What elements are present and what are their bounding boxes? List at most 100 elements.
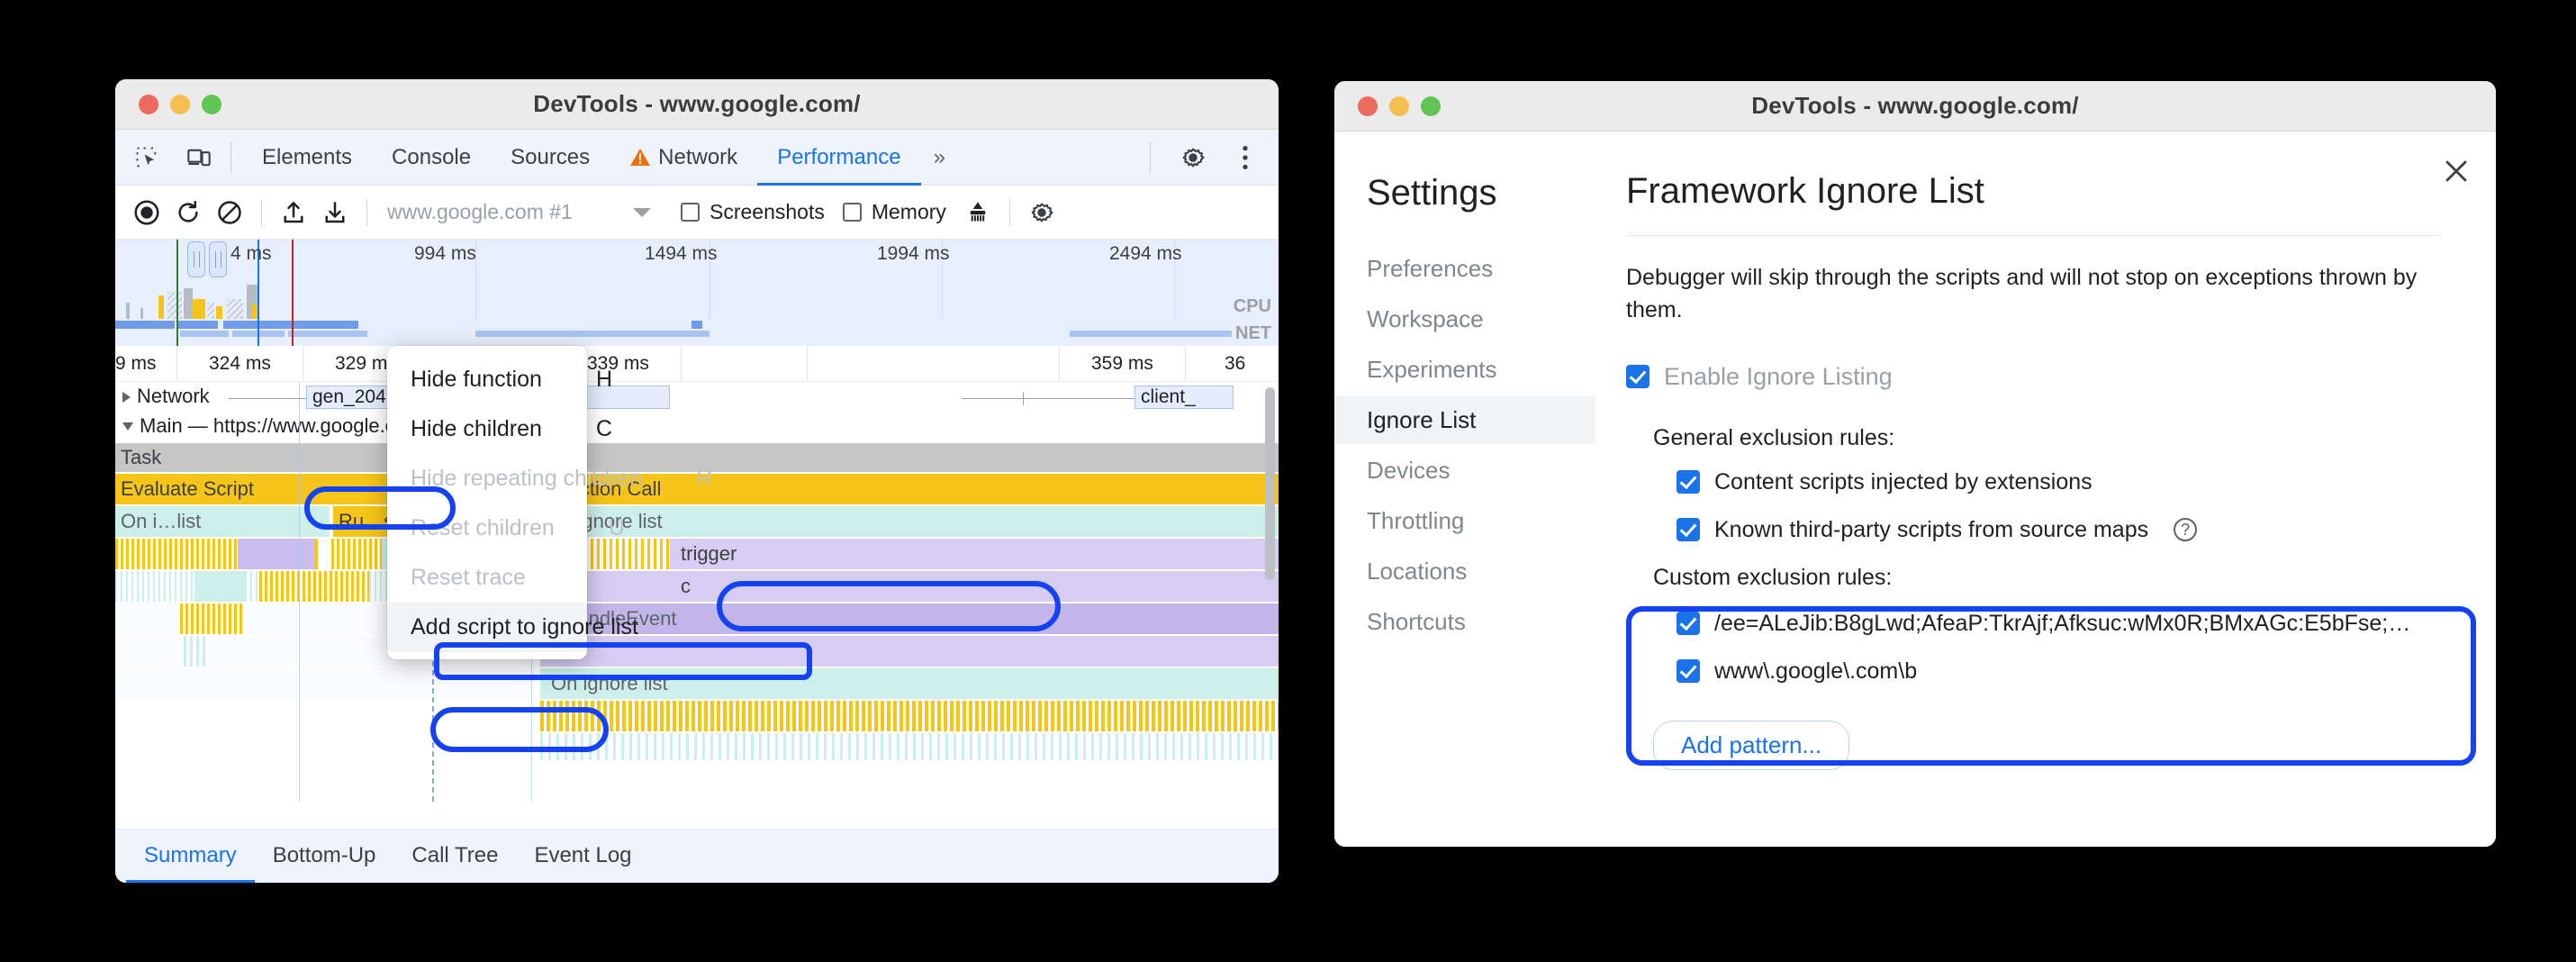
clear-icon[interactable] bbox=[209, 192, 250, 233]
enable-ignore-listing-checkbox-box bbox=[1626, 365, 1650, 388]
left-window-titlebar: DevTools - www.google.com/ bbox=[115, 79, 1279, 130]
devtools-tab-bar: Elements Console Sources Network Perform… bbox=[115, 130, 1279, 186]
sidebar-item-experiments[interactable]: Experiments bbox=[1334, 345, 1595, 394]
kebab-menu-icon[interactable] bbox=[1225, 137, 1266, 178]
tab-call-tree[interactable]: Call Tree bbox=[393, 830, 516, 884]
sidebar-item-locations[interactable]: Locations bbox=[1334, 547, 1595, 595]
memory-checkbox[interactable]: Memory bbox=[843, 200, 946, 224]
custom-rule-2[interactable]: www\.google\.com\b bbox=[1677, 658, 2442, 685]
general-rule-content-scripts-checkbox bbox=[1677, 470, 1700, 494]
custom-rule-1[interactable]: /ee=ALeJib:B8gLwd;AfeaP:TkrAjf;Afksuc:wM… bbox=[1677, 611, 2442, 637]
flame-function-call[interactable]: Function Call bbox=[540, 474, 1279, 504]
inspect-element-icon[interactable] bbox=[126, 137, 167, 178]
flame-teal-block-2[interactable] bbox=[194, 571, 247, 602]
tab-elements[interactable]: Elements bbox=[242, 130, 372, 186]
tab-bottom-up[interactable]: Bottom-Up bbox=[255, 830, 394, 884]
flame-c-row[interactable]: c bbox=[540, 571, 1279, 602]
flame-purple-block-1[interactable] bbox=[238, 539, 315, 569]
overview-window-handle-right[interactable] bbox=[209, 241, 227, 277]
tab-summary[interactable]: Summary bbox=[126, 830, 255, 884]
device-toolbar-icon[interactable] bbox=[178, 137, 220, 178]
settings-body: Settings Preferences Workspace Experimen… bbox=[1334, 132, 2496, 847]
sidebar-item-preferences[interactable]: Preferences bbox=[1334, 244, 1595, 293]
general-rule-content-scripts[interactable]: Content scripts injected by extensions bbox=[1677, 469, 2442, 495]
reload-record-icon[interactable] bbox=[167, 192, 209, 233]
main-track-row[interactable]: Main — https://www.google.com/ bbox=[115, 413, 1279, 441]
menu-item-hide-children-shortcut: C bbox=[596, 416, 612, 442]
flame-teal-dense-4[interactable] bbox=[184, 636, 205, 667]
general-rule-third-party[interactable]: Known third-party scripts from source ma… bbox=[1677, 517, 2442, 543]
help-icon[interactable]: ? bbox=[2174, 518, 2197, 541]
ruler-tick-0: 9 ms bbox=[115, 353, 157, 375]
flame-dense-row-7[interactable] bbox=[540, 733, 1279, 760]
trace-selector[interactable]: www.google.com #1 bbox=[378, 200, 621, 224]
overview-tick-0: 4 ms bbox=[230, 243, 272, 265]
overview-window-handle-left[interactable] bbox=[187, 241, 205, 277]
network-group-label[interactable]: Network bbox=[122, 385, 210, 408]
menu-item-hide-function[interactable]: Hide function H bbox=[387, 355, 587, 404]
screenshots-checkbox[interactable]: Screenshots bbox=[681, 200, 825, 224]
overview-tick-1: 994 ms bbox=[414, 243, 476, 265]
flame-white-gap-1[interactable] bbox=[319, 539, 330, 569]
network-request-chip-2[interactable]: client_ bbox=[1134, 386, 1234, 409]
network-track-row[interactable]: Network gen_204 (www.google.com) client_ bbox=[115, 382, 1279, 413]
general-rule-third-party-checkbox bbox=[1677, 518, 1700, 541]
warning-triangle-icon bbox=[629, 147, 651, 167]
more-tabs-icon[interactable]: » bbox=[921, 145, 955, 170]
chevron-down-icon[interactable] bbox=[621, 192, 663, 233]
trace-selector-value: www.google.com #1 bbox=[387, 200, 573, 224]
general-rule-content-scripts-label: Content scripts injected by extensions bbox=[1714, 469, 2092, 495]
capture-settings-gear-icon[interactable] bbox=[1021, 192, 1062, 233]
flame-on-ignore-list-c[interactable]: On ignore list bbox=[540, 668, 1279, 699]
tab-network-label: Network bbox=[658, 145, 737, 169]
tab-sources[interactable]: Sources bbox=[491, 130, 610, 186]
net-track-label: NET bbox=[1235, 323, 1271, 344]
main-group-text: Main — https://www.google.com/ bbox=[140, 414, 428, 437]
tab-console[interactable]: Console bbox=[372, 130, 491, 186]
general-exclusion-rules-title: General exclusion rules: bbox=[1653, 425, 2442, 451]
sidebar-item-devices[interactable]: Devices bbox=[1334, 446, 1595, 495]
menu-item-add-script-to-ignore-list[interactable]: Add script to ignore list bbox=[387, 603, 587, 652]
sidebar-item-shortcuts[interactable]: Shortcuts bbox=[1334, 597, 1595, 646]
tab-performance[interactable]: Performance bbox=[757, 130, 920, 186]
tab-event-log[interactable]: Event Log bbox=[516, 830, 649, 884]
tab-network[interactable]: Network bbox=[610, 130, 757, 186]
flame-yellow-dense-3[interactable] bbox=[180, 604, 245, 634]
menu-item-hide-function-label: Hide function bbox=[411, 367, 542, 393]
flame-lambda-row[interactable]: ʌ bbox=[540, 636, 1279, 667]
download-profile-icon[interactable] bbox=[314, 192, 356, 233]
gear-icon[interactable] bbox=[1172, 137, 1214, 178]
left-window-title: DevTools - www.google.com/ bbox=[115, 90, 1279, 118]
flame-chart-tracks[interactable]: Network gen_204 (www.google.com) client_… bbox=[115, 382, 1279, 802]
flame-context-menu[interactable]: Hide function H Hide children C Hide rep… bbox=[387, 346, 587, 659]
timeline-guide-1 bbox=[299, 382, 300, 802]
sidebar-item-ignore-list[interactable]: Ignore List bbox=[1334, 395, 1595, 444]
custom-exclusion-rules-group: Custom exclusion rules: /ee=ALeJib:B8gLw… bbox=[1626, 565, 2442, 685]
flame-yellow-dense-2[interactable] bbox=[259, 571, 369, 602]
timeline-overview[interactable]: 4 ms 994 ms 1494 ms 1994 ms 2494 ms CPU bbox=[115, 240, 1279, 319]
settings-heading: Settings bbox=[1334, 173, 1595, 213]
flame-task-right[interactable]: Task bbox=[540, 443, 1279, 472]
add-pattern-button[interactable]: Add pattern... bbox=[1653, 721, 1849, 770]
flame-on-ignore-list-b[interactable]: On ignore list bbox=[540, 506, 1279, 537]
flame-dense-row-6[interactable] bbox=[540, 701, 1279, 731]
ruler-tick-1: 324 ms bbox=[209, 353, 271, 375]
collect-garbage-icon[interactable] bbox=[957, 192, 999, 233]
performance-detail-tabs: Summary Bottom-Up Call Tree Event Log bbox=[115, 829, 1279, 883]
menu-item-hide-children[interactable]: Hide children C bbox=[387, 404, 587, 454]
flame-on-ignore-list-a[interactable]: On i…list bbox=[115, 506, 330, 537]
menu-item-hide-repeating-children-shortcut: R bbox=[696, 466, 712, 492]
settings-sidebar: Settings Preferences Workspace Experimen… bbox=[1334, 132, 1595, 847]
overview-tick-3: 1994 ms bbox=[877, 243, 950, 265]
close-icon[interactable] bbox=[2436, 151, 2476, 191]
flame-z-handle-event[interactable]: z.handleEvent bbox=[540, 604, 1279, 634]
flame-chart-scrollbar[interactable] bbox=[1265, 387, 1275, 580]
menu-item-reset-trace-label: Reset trace bbox=[411, 565, 526, 591]
main-group-label[interactable]: Main — https://www.google.com/ bbox=[122, 414, 428, 438]
record-circle-icon[interactable] bbox=[126, 192, 167, 233]
upload-profile-icon[interactable] bbox=[273, 192, 314, 233]
flame-dense-row-5[interactable] bbox=[115, 668, 535, 699]
sidebar-item-workspace[interactable]: Workspace bbox=[1334, 295, 1595, 343]
sidebar-item-throttling[interactable]: Throttling bbox=[1334, 496, 1595, 545]
enable-ignore-listing-checkbox[interactable]: Enable Ignore Listing bbox=[1626, 363, 2442, 391]
